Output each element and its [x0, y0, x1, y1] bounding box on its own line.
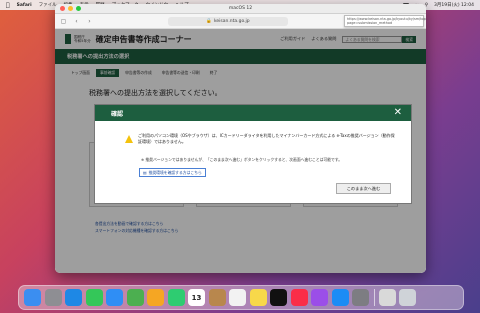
- dialog-title: 確認: [111, 110, 124, 118]
- menu-app-name[interactable]: Safari: [17, 3, 32, 8]
- facetime-icon[interactable]: [167, 289, 185, 306]
- appstore-icon[interactable]: [331, 289, 349, 306]
- reminders-icon[interactable]: [229, 289, 246, 306]
- proceed-button[interactable]: このまま次へ進む: [336, 183, 391, 194]
- calendar-icon[interactable]: 13: [188, 289, 205, 306]
- trash-icon[interactable]: [399, 289, 417, 306]
- address-bar-url: keisan.nta.go.jp: [213, 18, 250, 24]
- dialog-note: ※ 推奨バージョンではありませんが、「このまま次へ進む」ボタンをクリックすると、…: [141, 157, 343, 162]
- menu-file[interactable]: ファイル: [39, 2, 57, 8]
- messages-icon[interactable]: [85, 289, 103, 306]
- external-link-icon: ▤: [143, 169, 147, 175]
- launchpad-icon[interactable]: [44, 289, 62, 306]
- finder-icon[interactable]: [24, 289, 41, 306]
- browser-toolbar: ▢ ‹ › 🔒 keisan.nta.go.jp https://www.kei…: [55, 14, 426, 29]
- maps-icon[interactable]: [126, 289, 144, 306]
- address-bar[interactable]: 🔒 keisan.nta.go.jp: [168, 16, 288, 26]
- recommended-env-link-label: 推奨環境を確認する方はこちら: [148, 169, 202, 175]
- warning-icon: [125, 135, 133, 143]
- photos-icon[interactable]: [147, 289, 164, 306]
- tv-icon[interactable]: [270, 289, 287, 306]
- window-titlebar: macOS 12: [55, 4, 426, 14]
- window-title: macOS 12: [228, 6, 253, 11]
- safari-icon[interactable]: [65, 289, 82, 306]
- podcasts-icon[interactable]: [311, 289, 328, 306]
- music-icon[interactable]: [290, 289, 308, 306]
- contacts-icon[interactable]: [208, 289, 226, 306]
- close-icon[interactable]: ✕: [394, 107, 402, 119]
- dock-separator: [373, 289, 375, 306]
- preview-icon[interactable]: [378, 289, 396, 306]
- sidebar-toggle-icon[interactable]: ▢: [59, 17, 68, 26]
- url-tooltip: https://www.keisan.nta.go.jp/kyoutu/ky/s…: [344, 15, 426, 28]
- lock-icon: 🔒: [206, 18, 212, 24]
- dock: 13: [18, 285, 464, 310]
- settings-icon[interactable]: [352, 289, 369, 306]
- menu-clock[interactable]: 3月19日(火) 12:04: [434, 2, 474, 8]
- notes-icon[interactable]: [249, 289, 267, 306]
- dialog-header: 確認 ✕: [95, 105, 411, 121]
- confirm-dialog: 確認 ✕ ご利用のパソコン環境（OSやブラウザ）は、ICカードリーダライタを利用…: [94, 104, 412, 204]
- back-icon[interactable]: ‹: [72, 17, 81, 26]
- apple-icon[interactable]: : [6, 2, 10, 9]
- mail-icon[interactable]: [106, 289, 123, 306]
- forward-icon[interactable]: ›: [85, 17, 94, 26]
- recommended-env-link[interactable]: ▤ 推奨環境を確認する方はこちら: [139, 168, 206, 177]
- dialog-message: ご利用のパソコン環境（OSやブラウザ）は、ICカードリーダライタを利用したマイナ…: [138, 133, 395, 144]
- browser-window: macOS 12 ▢ ‹ › 🔒 keisan.nta.go.jp https:…: [55, 4, 426, 273]
